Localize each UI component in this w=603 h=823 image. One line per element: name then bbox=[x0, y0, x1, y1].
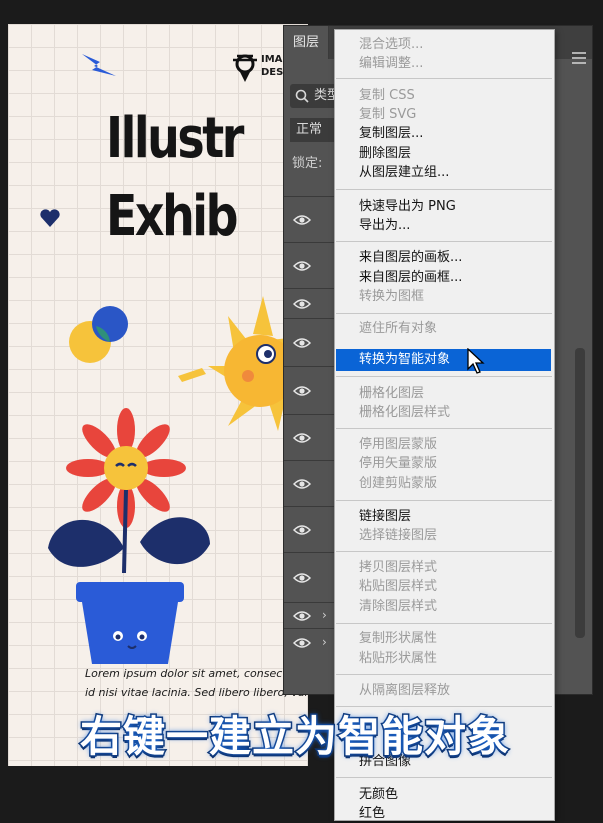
artboard-canvas[interactable]: IMA DES Illustr Exhib Lorem ipsum dolor … bbox=[8, 24, 308, 766]
visibility-eye-icon[interactable] bbox=[293, 475, 311, 493]
layer-row[interactable] bbox=[284, 506, 334, 553]
menu-item-quick-export-png[interactable]: 快速导出为 PNG bbox=[359, 198, 456, 216]
tab-layers[interactable]: 图层 bbox=[284, 26, 329, 59]
layer-row[interactable] bbox=[284, 460, 334, 507]
menu-item-rasterize-layer-style[interactable]: 栅格化图层样式 bbox=[359, 404, 450, 422]
menu-item-disable-vector-mask[interactable]: 停用矢量蒙版 bbox=[359, 455, 437, 473]
heart-icon bbox=[40, 209, 60, 227]
menu-separator bbox=[336, 428, 552, 429]
menu-item-frame-from-layers[interactable]: 来自图层的画框... bbox=[359, 269, 462, 287]
layer-row[interactable] bbox=[284, 242, 334, 289]
visibility-eye-icon[interactable] bbox=[293, 211, 311, 229]
menu-separator bbox=[336, 78, 552, 79]
visibility-eye-icon[interactable] bbox=[293, 257, 311, 275]
mouse-cursor-icon bbox=[467, 348, 485, 374]
visibility-eye-icon[interactable] bbox=[293, 634, 311, 652]
menu-item-delete-layer[interactable]: 删除图层 bbox=[359, 145, 411, 163]
menu-separator bbox=[336, 777, 552, 778]
menu-item-copy-css[interactable]: 复制 CSS bbox=[359, 87, 415, 105]
menu-item-blending-options[interactable]: 混合选项... bbox=[359, 36, 423, 54]
video-caption: 右键一建立为智能对象 bbox=[78, 711, 511, 763]
chevron-right-icon[interactable]: › bbox=[322, 635, 327, 649]
menu-item-export-as[interactable]: 导出为... bbox=[359, 217, 410, 235]
circles-decoration bbox=[69, 306, 128, 363]
menu-item-artboard-from-layers[interactable]: 来自图层的画板... bbox=[359, 249, 462, 267]
logo-text-bottom: DES bbox=[261, 67, 284, 78]
lightning-icon bbox=[82, 54, 116, 76]
menu-item-convert-to-frame[interactable]: 转换为图框 bbox=[359, 288, 424, 306]
menu-item-red[interactable]: 红色 bbox=[359, 805, 385, 823]
visibility-eye-icon[interactable] bbox=[293, 429, 311, 447]
menu-item-rasterize-layer[interactable]: 栅格化图层 bbox=[359, 385, 424, 403]
visibility-eye-icon[interactable] bbox=[293, 334, 311, 352]
menu-item-copy-shape-attributes[interactable]: 复制形状属性 bbox=[359, 630, 437, 648]
layers-scrollbar[interactable] bbox=[575, 348, 585, 638]
visibility-eye-icon[interactable] bbox=[293, 569, 311, 587]
menu-item-convert-to-smart-object[interactable]: 转换为智能对象 bbox=[359, 351, 450, 369]
menu-item-mask-all-objects[interactable]: 遮住所有对象 bbox=[359, 320, 437, 338]
poster-title-line-1: Illustr bbox=[106, 106, 244, 171]
panel-menu-icon[interactable] bbox=[572, 52, 586, 64]
menu-separator bbox=[336, 551, 552, 552]
menu-separator bbox=[336, 623, 552, 624]
menu-item-no-color[interactable]: 无颜色 bbox=[359, 786, 398, 804]
layer-row[interactable] bbox=[284, 318, 334, 367]
layer-row[interactable]: › bbox=[284, 628, 334, 657]
visibility-eye-icon[interactable] bbox=[293, 382, 311, 400]
body-text-line-2: id nisi vitae lacinia. Sed libero libero… bbox=[85, 686, 308, 699]
menu-item-copy-svg[interactable]: 复制 SVG bbox=[359, 106, 416, 124]
layer-row[interactable] bbox=[284, 196, 334, 243]
pot-illustration bbox=[76, 582, 184, 664]
menu-separator bbox=[336, 313, 552, 314]
menu-separator bbox=[336, 189, 552, 190]
layer-row[interactable] bbox=[284, 552, 334, 603]
menu-item-copy-layer-style[interactable]: 拷贝图层样式 bbox=[359, 559, 437, 577]
menu-item-disable-layer-mask[interactable]: 停用图层蒙版 bbox=[359, 436, 437, 454]
menu-separator bbox=[336, 674, 552, 675]
menu-separator bbox=[336, 376, 552, 377]
layer-row[interactable] bbox=[284, 288, 334, 319]
menu-item-release-from-isolation[interactable]: 从隔离图层释放 bbox=[359, 682, 450, 700]
menu-item-edit-adjustment[interactable]: 编辑调整... bbox=[359, 55, 423, 73]
search-icon bbox=[295, 89, 309, 103]
visibility-eye-icon[interactable] bbox=[293, 607, 311, 625]
menu-item-paste-layer-style[interactable]: 粘贴图层样式 bbox=[359, 578, 437, 596]
menu-item-link-layers[interactable]: 链接图层 bbox=[359, 508, 411, 526]
menu-item-duplicate-layer[interactable]: 复制图层... bbox=[359, 125, 423, 143]
visibility-eye-icon[interactable] bbox=[293, 521, 311, 539]
chevron-right-icon[interactable]: › bbox=[322, 608, 327, 622]
menu-item-clear-layer-style[interactable]: 清除图层样式 bbox=[359, 598, 437, 616]
menu-separator bbox=[336, 241, 552, 242]
menu-item-create-clipping-mask[interactable]: 创建剪贴蒙版 bbox=[359, 475, 437, 493]
lock-label: 锁定: bbox=[292, 156, 323, 171]
poster-title-line-2: Exhib bbox=[106, 184, 238, 249]
visibility-eye-icon[interactable] bbox=[293, 295, 311, 313]
menu-item-group-from-layers[interactable]: 从图层建立组... bbox=[359, 164, 449, 182]
layer-row[interactable] bbox=[284, 414, 334, 461]
body-text-line-1: Lorem ipsum dolor sit amet, consectetu bbox=[85, 667, 305, 680]
layer-row[interactable]: › bbox=[284, 602, 334, 629]
logo-text-top: IMA bbox=[261, 54, 283, 65]
leaves-illustration bbox=[48, 517, 210, 567]
logo-icon bbox=[233, 54, 257, 82]
menu-item-select-linked-layers[interactable]: 选择链接图层 bbox=[359, 527, 437, 545]
menu-item-paste-shape-attributes[interactable]: 粘贴形状属性 bbox=[359, 650, 437, 668]
menu-separator bbox=[336, 500, 552, 501]
layer-row[interactable] bbox=[284, 366, 334, 415]
